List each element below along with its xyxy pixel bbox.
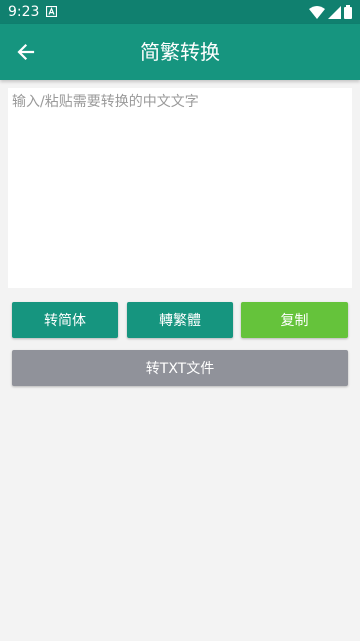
to-simplified-label: 转简体 [44,313,86,329]
status-icons [309,5,352,19]
status-time: 9:23 [8,4,40,20]
to-simplified-button[interactable]: 转简体 [12,302,118,338]
status-bar: 9:23 [0,0,360,24]
to-traditional-button[interactable]: 轉繁體 [127,302,233,338]
copy-label: 复制 [280,313,309,329]
wifi-icon [309,5,325,19]
to-traditional-label: 轉繁體 [159,313,201,329]
autofill-a-icon [46,6,57,17]
to-txt-file-button[interactable]: 转TXT文件 [12,350,348,386]
copy-button[interactable]: 复制 [241,302,348,338]
app-bar: 简繁转换 [0,24,360,80]
chinese-text-input[interactable] [8,88,352,288]
battery-icon [344,5,352,19]
to-txt-file-label: 转TXT文件 [145,361,215,377]
page-title: 简繁转换 [140,40,220,64]
cell-signal-icon [328,5,341,19]
